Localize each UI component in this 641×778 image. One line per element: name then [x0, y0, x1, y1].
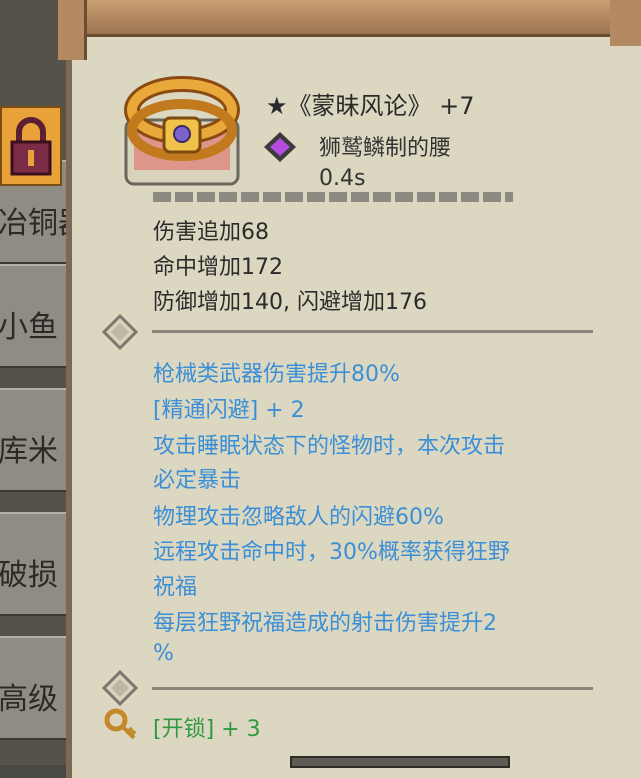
stat-line: 防御增加140, 闪避增加176: [153, 290, 427, 315]
panel-header-frame: [60, 0, 641, 37]
panel-corner-left: [58, 0, 87, 60]
padlock-icon: [10, 117, 52, 176]
effect-line: 远程攻击命中时，30%概率获得狂野: [153, 540, 510, 565]
diamond-icon: [101, 669, 139, 707]
effect-line: [精通闪避] + 2: [153, 398, 305, 423]
effect-line: 祝福: [153, 575, 198, 600]
diamond-icon: [101, 313, 139, 351]
list-item-label: 高级: [0, 682, 58, 717]
purple-gem-icon: [262, 130, 298, 164]
effect-line: 枪械类武器伤害提升80%: [153, 362, 400, 387]
lock-button[interactable]: [0, 106, 62, 186]
list-item-label: 库米: [0, 434, 58, 469]
unlock-bonus: [开锁] + 3: [153, 717, 261, 742]
item-name: ★《蒙昧风论》 +7: [266, 92, 475, 120]
item-time: 0.4s: [319, 166, 366, 191]
faded-text-line: [153, 192, 533, 206]
section-divider: [152, 330, 593, 333]
golden-belt-icon: [124, 70, 240, 188]
effect-line: 每层狂野祝福造成的射击伤害提升2: [153, 611, 497, 636]
effect-line: %: [153, 641, 174, 666]
list-item-label: 小鱼: [0, 310, 58, 345]
effect-line: 物理攻击忽略敌人的闪避60%: [153, 505, 444, 530]
action-button[interactable]: [290, 756, 510, 768]
key-icon: [102, 706, 138, 742]
panel-corner-right: [610, 0, 641, 46]
section-divider: [152, 687, 593, 690]
stat-line: 命中增加172: [153, 255, 283, 280]
item-subtitle: 狮鹫鳞制的腰: [319, 136, 452, 161]
effect-line: 攻击睡眠状态下的怪物时，本次攻击: [153, 434, 506, 459]
effect-line: 必定暴击: [153, 468, 242, 493]
list-item-label: 破损: [0, 558, 58, 593]
stat-line: 伤害追加68: [153, 220, 269, 245]
